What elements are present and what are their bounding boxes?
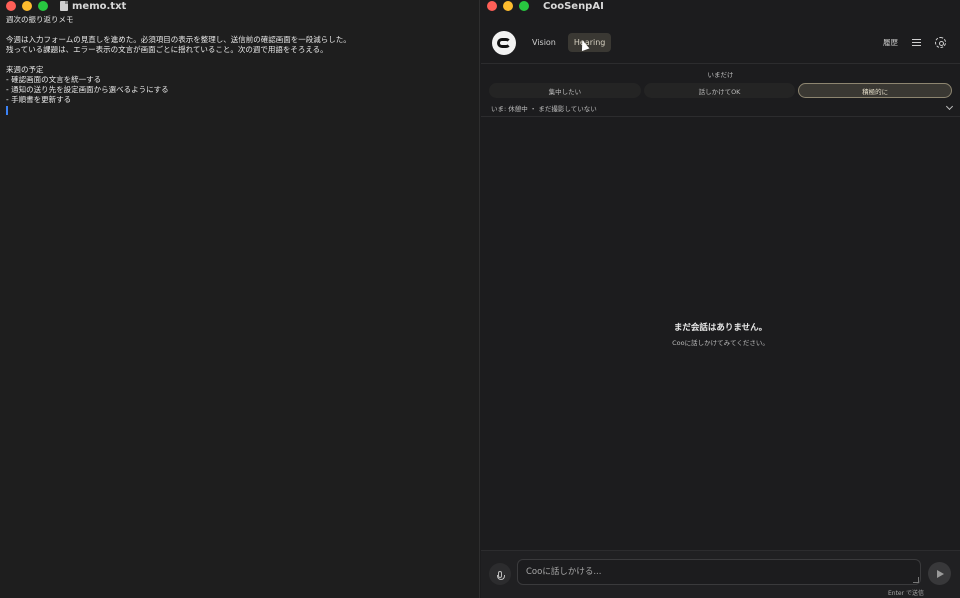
gear-icon[interactable] [935,37,946,48]
app-title: CooSenpAI [543,0,604,12]
mode-tabs: Vision Hearing [526,33,612,52]
zoom-window-button[interactable] [38,1,48,11]
minimize-window-button[interactable] [503,1,513,11]
resize-handle-icon[interactable] [913,577,919,583]
mic-icon [497,570,505,580]
file-name: memo.txt [72,0,127,12]
history-button[interactable]: 履歴 [883,37,898,48]
zoom-window-button[interactable] [519,1,529,11]
editor-line: 来週の予定 [6,65,44,74]
status-row[interactable]: いま: 休憩中 ・ まだ撮影していない [491,102,954,113]
availability-caption: いまだけ [707,71,734,79]
chevron-down-icon[interactable] [945,102,954,111]
editor-text-area[interactable]: 週次の振り返りメモ 今週は入力フォームの見直しを進めた。必須項目の表示を整理し、… [6,15,473,115]
file-title: memo.txt [60,1,126,12]
editor-titlebar: memo.txt [0,0,479,12]
header-actions: 履歴 [883,37,946,48]
logo-mark [497,37,511,48]
tab-hearing[interactable]: Hearing [567,33,612,52]
menu-icon[interactable] [912,39,921,47]
chat-area: まだ会話はありません。 Cooに話しかけてみてください。 [481,118,960,549]
segment-proactive[interactable]: 積極的に [798,83,953,98]
send-icon [937,569,944,578]
app-header: Vision Hearing 履歴 [481,22,960,64]
app-logo [492,30,516,55]
app-titlebar: CooSenpAI [481,0,960,12]
tab-vision[interactable]: Vision [526,33,562,52]
minimize-window-button[interactable] [22,1,32,11]
empty-state-title: まだ会話はありません。 [673,322,768,333]
message-input[interactable] [517,559,921,585]
app-window: CooSenpAI Vision Hearing 履歴 いまだけ 集中したい 話… [481,0,960,598]
text-caret [6,106,8,115]
composer: Enter で送信 [481,550,960,598]
close-window-button[interactable] [487,1,497,11]
segment-ok-to-talk[interactable]: 話しかけてOK [643,83,796,98]
status-text: いま: 休憩中 ・ まだ撮影していない [491,105,597,113]
availability-section: いまだけ 集中したい 話しかけてOK 積極的に いま: 休憩中 ・ まだ撮影して… [481,65,960,117]
window-controls [6,1,48,11]
editor-line: 週次の振り返りメモ [6,15,74,24]
window-controls [487,1,529,11]
editor-line: - 手順書を更新する [6,95,72,104]
editor-line: - 通知の送り先を設定画面から選べるようにする [6,85,169,94]
segment-focus[interactable]: 集中したい [489,83,641,98]
send-button[interactable] [928,562,951,585]
editor-line: - 確認画面の文言を統一する [6,75,102,84]
editor-line: 残っている課題は、エラー表示の文言が画面ごとに揺れていること。次の週で用語をそろ… [6,45,328,54]
mic-button[interactable] [489,563,511,585]
close-window-button[interactable] [6,1,16,11]
empty-state-subtitle: Cooに話しかけてみてください。 [672,338,769,347]
availability-segmented-control: 集中したい 話しかけてOK 積極的に [489,83,953,98]
editor-line: 今週は入力フォームの見直しを進めた。必須項目の表示を整理し、送信前の確認画面を一… [6,35,351,44]
editor-window: memo.txt 週次の振り返りメモ 今週は入力フォームの見直しを進めた。必須項… [0,0,480,598]
send-hint: Enter で送信 [887,590,924,597]
document-icon [60,1,68,11]
